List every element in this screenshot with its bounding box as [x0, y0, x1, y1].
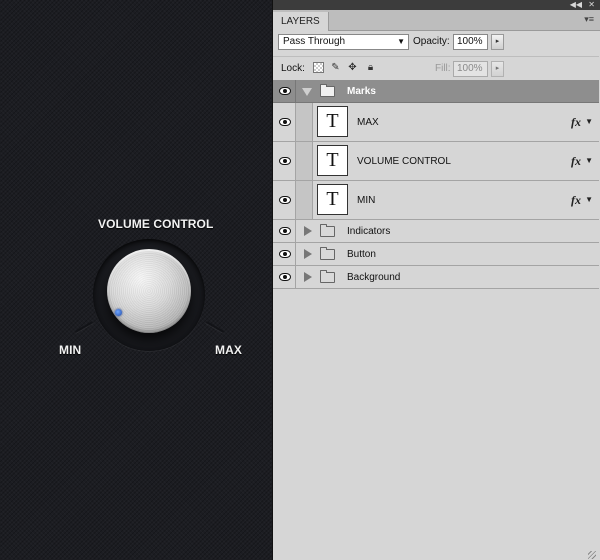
tab-layers[interactable]: LAYERS [273, 12, 329, 31]
layer-group-row[interactable]: Background [273, 266, 599, 289]
collapse-panel-icon[interactable]: ◀◀ [570, 0, 582, 10]
expand-effects-icon[interactable]: ▼ [585, 156, 593, 165]
layer-name: Indicators [347, 226, 391, 237]
eye-icon [279, 157, 291, 165]
min-label: MIN [59, 343, 82, 357]
layer-row[interactable]: T MAX fx ▼ [273, 103, 599, 142]
layer-row[interactable]: T MIN fx ▼ [273, 181, 599, 220]
layer-name: Marks [347, 86, 376, 97]
lock-label: Lock: [281, 63, 305, 74]
visibility-toggle[interactable] [274, 80, 296, 102]
eye-icon [279, 118, 291, 126]
blend-options-row: Pass Through ▼ Opacity: 100% ▸ [273, 31, 599, 55]
layer-name: MIN [357, 195, 376, 206]
max-label: MAX [215, 343, 242, 357]
fx-icon[interactable]: fx [571, 154, 581, 169]
disclosure-triangle-icon[interactable] [304, 226, 312, 236]
max-tick-mark [205, 321, 225, 333]
layer-name: MAX [357, 117, 379, 128]
panel-title-bar: ◀◀ ✕ [273, 0, 600, 10]
group-indent [296, 142, 313, 180]
eye-icon [279, 196, 291, 204]
visibility-toggle[interactable] [274, 103, 296, 141]
text-layer-thumbnail: T [317, 145, 348, 176]
fill-input[interactable]: 100% [453, 61, 488, 77]
panel-menu-icon[interactable]: ▾≡ [584, 14, 594, 25]
lock-row: Lock: ✎ ✥ 🔒︎ Fill: 100% ▸ [273, 56, 599, 81]
panel-tab-bar: LAYERS ▾≡ [273, 10, 600, 31]
visibility-toggle[interactable] [274, 243, 296, 265]
layers-list: Marks T MAX fx ▼ T VOLUME CONTROL fx ▼ T… [273, 80, 599, 289]
opacity-label: Opacity: [413, 36, 450, 47]
blend-mode-select[interactable]: Pass Through ▼ [278, 34, 409, 50]
layer-row[interactable]: T VOLUME CONTROL fx ▼ [273, 142, 599, 181]
opacity-slider-button[interactable]: ▸ [491, 34, 504, 50]
visibility-toggle[interactable] [274, 266, 296, 288]
layer-group-marks[interactable]: Marks [273, 80, 599, 103]
disclosure-triangle-icon[interactable] [302, 88, 312, 96]
group-indent [296, 103, 313, 141]
layer-name: VOLUME CONTROL [357, 156, 451, 167]
text-layer-thumbnail: T [317, 184, 348, 215]
transparency-lock-icon[interactable] [313, 62, 324, 73]
disclosure-triangle-icon[interactable] [304, 272, 312, 282]
folder-icon [320, 247, 335, 260]
layer-group-row[interactable]: Indicators [273, 220, 599, 243]
lock-icon[interactable]: 🔒︎ [365, 62, 376, 73]
layers-panel: ◀◀ ✕ LAYERS ▾≡ Pass Through ▼ Opacity: 1… [272, 0, 600, 560]
brush-icon[interactable]: ✎ [330, 62, 341, 73]
eye-icon [279, 273, 291, 281]
fx-icon[interactable]: fx [571, 193, 581, 208]
text-layer-thumbnail: T [317, 106, 348, 137]
eye-icon [279, 227, 291, 235]
move-icon[interactable]: ✥ [347, 62, 358, 73]
close-panel-icon[interactable]: ✕ [588, 0, 595, 10]
layer-name: Button [347, 249, 376, 260]
visibility-toggle[interactable] [274, 181, 296, 219]
fill-label: Fill: [435, 63, 451, 74]
eye-icon [279, 250, 291, 258]
layer-name: Background [347, 272, 401, 283]
visibility-toggle[interactable] [274, 142, 296, 180]
chevron-down-icon: ▼ [397, 37, 405, 46]
visibility-toggle[interactable] [274, 220, 296, 242]
group-indent [296, 181, 313, 219]
eye-icon [279, 87, 291, 95]
disclosure-triangle-icon[interactable] [304, 249, 312, 259]
layer-group-row[interactable]: Button [273, 243, 599, 266]
folder-icon [320, 84, 335, 97]
folder-icon [320, 224, 335, 237]
document-canvas: VOLUME CONTROL MIN MAX [0, 0, 272, 560]
expand-effects-icon[interactable]: ▼ [585, 195, 593, 204]
blend-mode-value: Pass Through [283, 36, 346, 47]
panel-footer [273, 550, 599, 560]
volume-control-title: VOLUME CONTROL [98, 217, 214, 231]
fx-icon[interactable]: fx [571, 115, 581, 130]
volume-knob[interactable] [107, 249, 191, 333]
opacity-input[interactable]: 100% [453, 34, 488, 50]
knob-indicator-dot [115, 309, 122, 316]
fill-slider-button[interactable]: ▸ [491, 61, 504, 77]
resize-grip-icon[interactable] [588, 551, 596, 559]
min-tick-mark [74, 321, 94, 333]
folder-icon [320, 270, 335, 283]
expand-effects-icon[interactable]: ▼ [585, 117, 593, 126]
